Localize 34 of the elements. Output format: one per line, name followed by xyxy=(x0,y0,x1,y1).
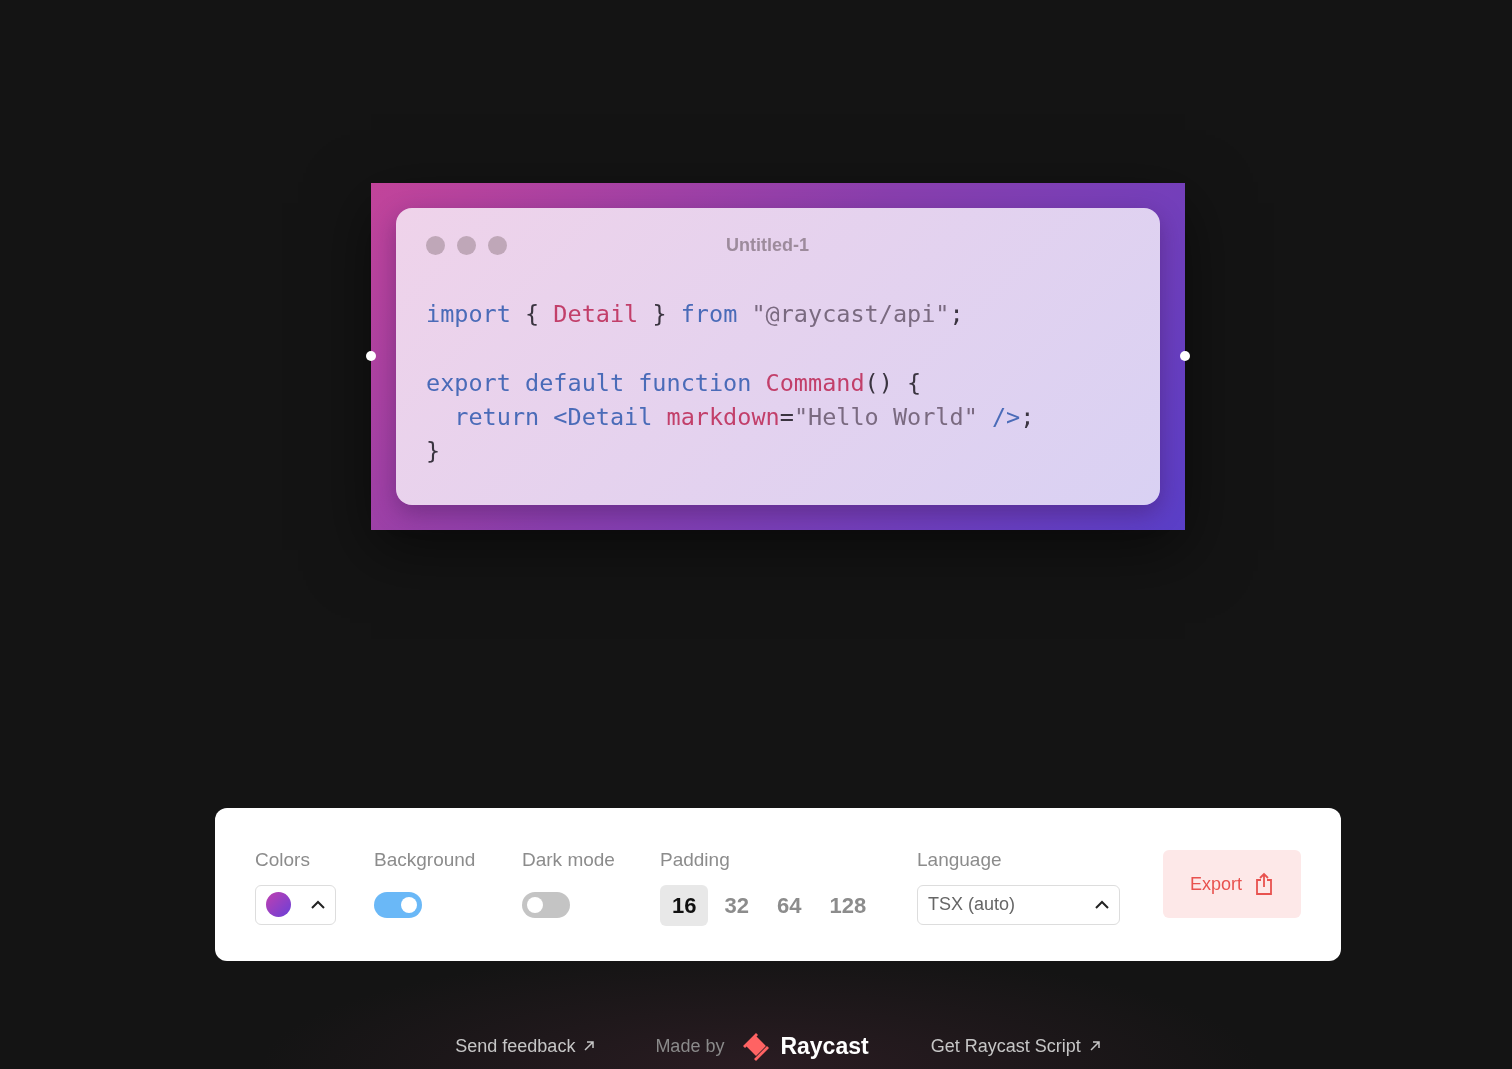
export-button[interactable]: Export xyxy=(1163,850,1301,918)
code-line: return <Detail markdown="Hello World" />; xyxy=(453,403,1035,431)
code-line: import { Detail } from "@raycast/api"; xyxy=(426,300,964,328)
window-dot-icon xyxy=(426,236,445,255)
code-line: export default function Command() { xyxy=(426,369,922,397)
padding-option[interactable]: 32 xyxy=(712,884,761,926)
dark-mode-toggle[interactable] xyxy=(522,891,570,918)
get-script-link[interactable]: Get Raycast Script xyxy=(930,1032,1101,1060)
share-icon xyxy=(1254,872,1274,896)
chevron-up-icon xyxy=(1095,900,1109,909)
arrow-up-right-icon xyxy=(583,1040,596,1053)
color-picker[interactable] xyxy=(255,884,336,925)
gradient-swatch-icon xyxy=(266,892,291,917)
padding-option[interactable]: 128 xyxy=(817,884,879,926)
made-by-text: Made by xyxy=(655,1034,725,1058)
background-label: Background xyxy=(374,848,476,872)
chevron-up-icon xyxy=(311,900,325,909)
padding-option[interactable]: 64 xyxy=(764,884,814,926)
raycast-brand: Raycast xyxy=(780,1032,869,1061)
resize-handle[interactable] xyxy=(366,351,376,361)
padding-option[interactable]: 16 xyxy=(660,884,709,926)
code-line: } xyxy=(426,437,441,465)
window-dot-icon xyxy=(457,236,476,255)
send-feedback-link[interactable]: Send feedback xyxy=(455,1032,596,1060)
dark-mode-label: Dark mode xyxy=(522,848,615,872)
language-label: Language xyxy=(917,848,1002,872)
padding-label: Padding xyxy=(660,848,730,872)
language-select[interactable]: TSX (auto) xyxy=(917,884,1120,925)
colors-label: Colors xyxy=(255,848,310,872)
background-toggle[interactable] xyxy=(374,891,422,918)
window-title: Untitled-1 xyxy=(726,234,809,257)
arrow-up-right-icon xyxy=(1088,1040,1101,1053)
resize-handle[interactable] xyxy=(1180,351,1190,361)
window-dot-icon xyxy=(488,236,507,255)
